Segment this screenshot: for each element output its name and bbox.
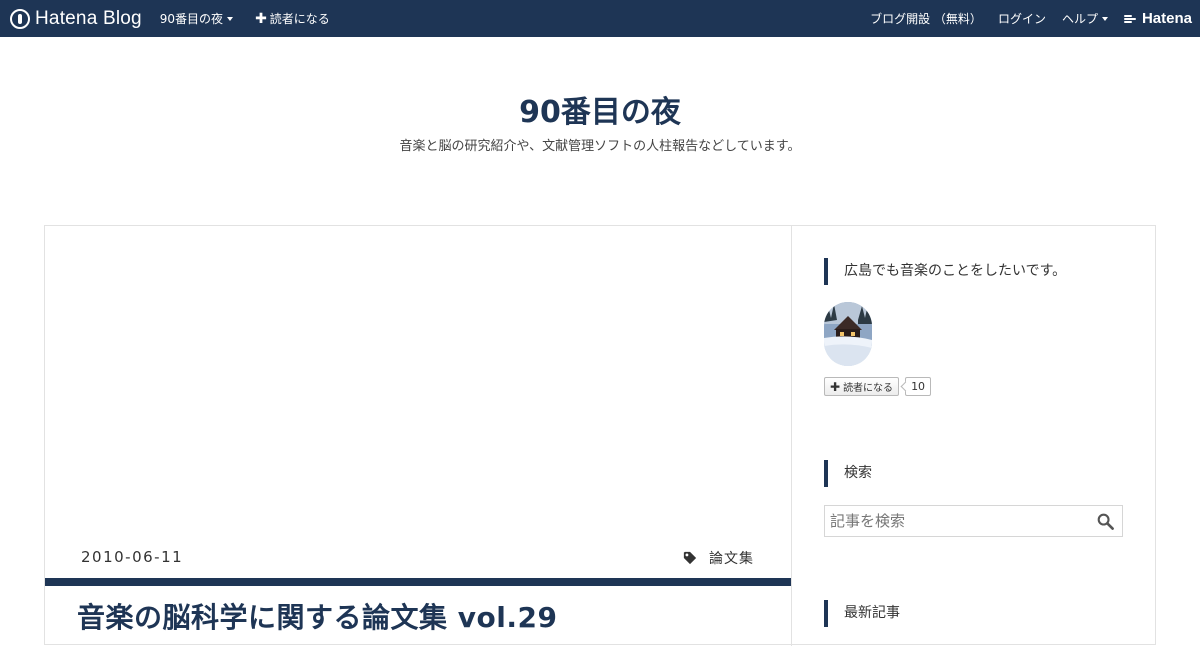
search-icon[interactable] (1097, 513, 1114, 530)
tag-icon (683, 551, 697, 565)
plus-icon: ✚ (255, 10, 267, 27)
subscribe-link[interactable]: ✚ 読者になる (255, 0, 330, 37)
login-link[interactable]: ログイン (998, 0, 1046, 37)
blog-title[interactable]: 90番目の夜 (0, 87, 1200, 131)
caret-down-icon (1101, 16, 1108, 21)
main-column: 2010-06-11 論文集 音楽の脳科学に関する論文集 vol.29 (45, 226, 792, 646)
brand-name: Hatena Blog (35, 7, 142, 29)
blog-menu-label: 90番目の夜 (159, 12, 224, 26)
entry-header-bar (45, 578, 791, 586)
recent-entries-module-title: 最新記事 (824, 600, 900, 627)
subscriber-count[interactable]: 10 (905, 377, 932, 396)
hatena-blog-logo-icon (10, 8, 30, 29)
caret-down-icon (227, 16, 234, 21)
blog-description: 音楽と脳の研究紹介や、文献管理ソフトの人柱報告などしています。 (399, 139, 801, 154)
search-module-title: 検索 (824, 460, 872, 487)
avatar-image (824, 302, 872, 366)
subscribe-button-label: 読者になる (843, 383, 894, 394)
global-header-right: ブログ開設 （無料） ログイン ヘルプ Hatena (854, 0, 1200, 37)
profile-module-title: 広島でも音楽のことをしたいです。 (824, 258, 1066, 285)
create-blog-link[interactable]: ブログ開設 （無料） (870, 0, 982, 37)
search-input[interactable] (825, 506, 1090, 536)
help-dropdown[interactable]: ヘルプ (1062, 0, 1108, 37)
hatena-logo-text: Hatena (1141, 10, 1192, 27)
hatena-logo-icon (1123, 14, 1138, 24)
subscribe-label: 読者になる (269, 12, 330, 26)
hatena-logo-link[interactable]: Hatena (1123, 10, 1192, 27)
hatena-blog-home-link[interactable]: Hatena Blog (10, 0, 142, 37)
subscribe-button[interactable]: ✚ 読者になる (824, 377, 900, 396)
entry-category[interactable]: 論文集 (683, 548, 754, 568)
entry-category-label: 論文集 (709, 551, 754, 567)
blog-menu-dropdown[interactable]: 90番目の夜 (159, 0, 234, 37)
global-header: Hatena Blog 90番目の夜 ✚ 読者になる ブログ開設 （無料） ログ… (0, 0, 1200, 37)
subscribe-widget: ✚ 読者になる 10 (824, 377, 932, 396)
search-form (824, 505, 1123, 537)
help-label: ヘルプ (1061, 12, 1098, 26)
plus-icon: ✚ (830, 379, 841, 394)
profile-avatar[interactable] (824, 302, 872, 366)
sidebar: 広島でも音楽のことをしたいです。 ✚ 読者になる 10 検索 記事を検索 最新記… (824, 226, 1124, 646)
entry-date[interactable]: 2010-06-11 (81, 548, 183, 566)
blog-header: 90番目の夜 音楽と脳の研究紹介や、文献管理ソフトの人柱報告などしています。 (0, 37, 1200, 225)
entry-title[interactable]: 音楽の脳科学に関する論文集 vol.29 (77, 596, 557, 636)
content-wrapper: 2010-06-11 論文集 音楽の脳科学に関する論文集 vol.29 広島でも… (44, 225, 1156, 646)
